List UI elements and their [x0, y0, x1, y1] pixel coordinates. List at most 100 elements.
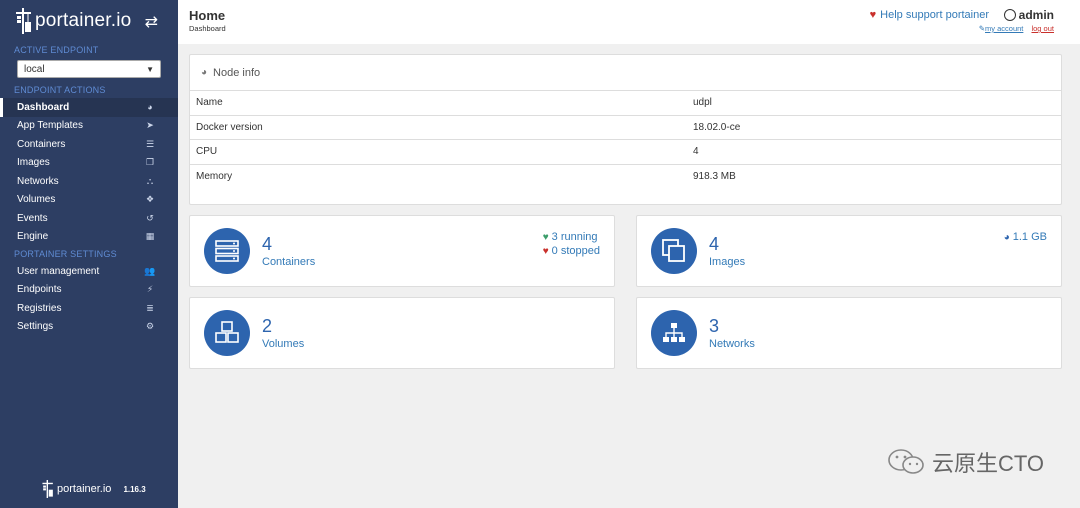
sidebar-item-settings[interactable]: Settings ⚙	[0, 318, 178, 337]
heartbeat-green-icon: ♥	[542, 232, 549, 243]
heart-icon: ♥	[869, 9, 877, 21]
images-icon	[651, 228, 697, 274]
node-info-heading: ◕ Node info	[190, 55, 1061, 91]
running-count: 3 running	[551, 231, 598, 243]
node-info-panel: ◕ Node info Name udpl Docker version 18.02.…	[189, 54, 1062, 205]
node-info-key: Memory	[196, 171, 233, 183]
volumes-card[interactable]: 2 Volumes	[189, 297, 615, 369]
cogs-icon: ⚙	[145, 321, 155, 332]
sidebar-item-registries[interactable]: Registries ≣	[0, 299, 178, 318]
sidebar-item-endpoints[interactable]: Endpoints ⚡	[0, 281, 178, 300]
networks-label: Networks	[709, 338, 755, 350]
database-icon: ≣	[146, 302, 154, 313]
logout-link[interactable]: log out	[1031, 24, 1054, 33]
page-title: Home	[189, 8, 226, 23]
sidebar-item-dashboard[interactable]: Dashboard ◕	[0, 98, 178, 117]
containers-label: Containers	[262, 256, 316, 268]
breadcrumb: Dashboard	[189, 24, 226, 33]
brand-name: portainer.io	[35, 10, 132, 31]
sidebar-item-label: Events	[17, 212, 48, 224]
table-row: CPU 4	[190, 140, 1061, 165]
user-circle-icon	[1003, 9, 1016, 21]
images-size: ◕ 1.1 GB	[1004, 231, 1047, 245]
sidebar-item-user-management[interactable]: User management 👥	[0, 262, 178, 281]
sidebar-item-label: Dashboard	[17, 101, 70, 113]
sidebar: portainer.io ⇄ ACTIVE ENDPOINT local ▼ E…	[0, 0, 178, 508]
sidebar-item-label: Volumes	[17, 194, 56, 206]
user-menu: admin	[1003, 8, 1054, 22]
username: admin	[1018, 8, 1054, 22]
clone-icon: ❐	[145, 157, 155, 168]
containers-card[interactable]: 4 Containers ♥ 3 running ♥ 0 stopped	[189, 215, 615, 287]
images-card[interactable]: 4 Images ◕ 1.1 GB	[636, 215, 1062, 287]
sidebar-item-engine[interactable]: Engine ▦	[0, 228, 178, 247]
sidebar-item-label: Containers	[17, 138, 66, 150]
list-icon: ☰	[145, 138, 155, 149]
portainer-settings-title: PORTAINER SETTINGS	[14, 249, 117, 259]
node-info-table: Name udpl Docker version 18.02.0-ce CPU 4 Memo…	[190, 91, 1061, 189]
sidebar-item-app-templates[interactable]: App Templates ➤	[0, 117, 178, 136]
sidebar-item-label: Settings	[17, 321, 54, 333]
help-support-link[interactable]: ♥ Help support portainer	[870, 9, 989, 21]
node-info-title: Node info	[213, 66, 261, 79]
cubes-icon: ❖	[145, 194, 155, 205]
node-info-value: udpl	[693, 97, 712, 109]
footer-logo: portainer.io 1.16.3	[42, 480, 146, 498]
plug-icon: ⚡	[146, 284, 154, 295]
containers-icon	[204, 228, 250, 274]
portainer-logo[interactable]: portainer.io	[16, 8, 131, 34]
footer-crane-icon	[42, 480, 54, 498]
table-row: Docker version 18.02.0-ce	[190, 116, 1061, 140]
th-icon: ▦	[145, 231, 155, 242]
crane-icon	[16, 8, 32, 34]
sidebar-item-label: Engine	[17, 231, 49, 243]
networks-card[interactable]: 3 Networks	[636, 297, 1062, 369]
sidebar-item-containers[interactable]: Containers ☰	[0, 135, 178, 154]
endpoint-actions-list: Dashboard ◕ App Templates ➤ Containers ☰ Image…	[0, 98, 178, 246]
sidebar-item-images[interactable]: Images ❐	[0, 154, 178, 173]
help-support-label: Help support portainer	[880, 9, 989, 21]
active-endpoint-title: ACTIVE ENDPOINT	[14, 45, 99, 55]
volumes-icon	[204, 310, 250, 356]
volumes-count: 2	[262, 316, 273, 336]
endpoint-select[interactable]: local ▼	[17, 60, 161, 78]
my-account-link[interactable]: my account	[985, 24, 1023, 33]
node-info-key: Name	[196, 97, 223, 109]
watermark-text: 云原生CTO	[931, 451, 1044, 476]
sidebar-item-label: Registries	[17, 302, 62, 314]
node-info-value: 4	[693, 146, 699, 158]
heartbeat-red-icon: ♥	[542, 245, 549, 257]
caret-down-icon: ▼	[146, 64, 154, 74]
containers-status: ♥ 3 running ♥ 0 stopped	[543, 231, 600, 258]
node-info-key: CPU	[196, 146, 218, 158]
sidebar-item-volumes[interactable]: Volumes ❖	[0, 191, 178, 210]
pie-chart-icon: ◕	[1003, 232, 1010, 243]
brand: portainer.io ⇄	[0, 0, 178, 42]
sidebar-item-label: Endpoints	[17, 284, 62, 296]
networks-count: 3	[709, 316, 720, 336]
endpoint-actions-title: ENDPOINT ACTIONS	[14, 85, 106, 95]
node-info-key: Docker version	[196, 121, 263, 133]
images-count: 4	[709, 234, 720, 254]
sidebar-item-networks[interactable]: Networks ⛬	[0, 172, 178, 191]
footer-version: 1.16.3	[123, 484, 146, 494]
stopped-count: 0 stopped	[551, 244, 600, 257]
endpoint-select-value: local	[24, 63, 45, 75]
sidebar-item-label: User management	[17, 265, 100, 277]
swap-icon[interactable]: ⇄	[145, 12, 158, 32]
sidebar-item-events[interactable]: Events ↺	[0, 209, 178, 228]
tachometer-icon: ◕	[201, 67, 208, 78]
table-row: Name udpl	[190, 91, 1061, 116]
user-links: ✎my account log out	[979, 24, 1054, 33]
node-info-value: 918.3 MB	[693, 171, 736, 183]
sidebar-item-label: App Templates	[17, 120, 83, 132]
watermark: 云原生CTO	[886, 446, 1044, 478]
networks-icon	[651, 310, 697, 356]
settings-list: User management 👥 Endpoints ⚡ Registries ≣ Set…	[0, 262, 178, 336]
header: Home Dashboard ♥ Help support portainer …	[178, 0, 1080, 44]
volumes-label: Volumes	[262, 338, 305, 350]
node-info-value: 18.02.0-ce	[693, 121, 741, 133]
dashboard-icon: ◕	[147, 102, 153, 113]
images-size-value: 1.1 GB	[1012, 231, 1047, 243]
users-icon: 👥	[144, 265, 156, 276]
